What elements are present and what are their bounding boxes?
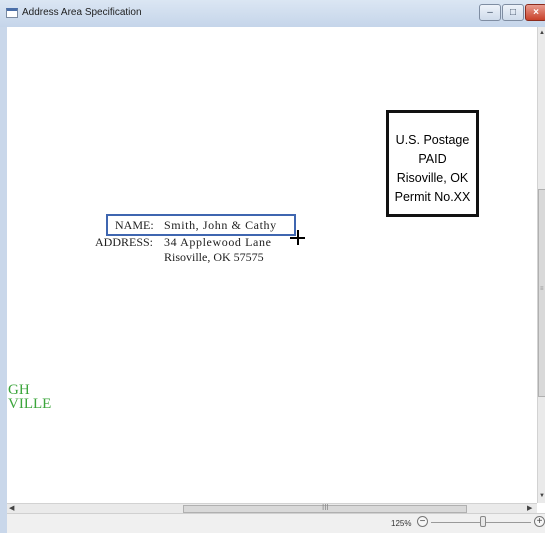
crosshair-cursor-icon	[290, 230, 305, 245]
zoom-level: 125%	[391, 519, 412, 528]
partial-text-line-2: VILLE	[8, 396, 52, 412]
window-frame	[0, 27, 7, 533]
scroll-right-icon[interactable]: ▶	[527, 504, 532, 512]
window-icon	[6, 8, 18, 18]
zoom-out-icon[interactable]: −	[417, 516, 428, 527]
address-line-2: Risoville, OK 57575	[164, 250, 264, 264]
address-label: ADDRESS:	[95, 235, 154, 249]
zoom-slider-thumb[interactable]	[480, 516, 486, 527]
title-bar: Address Area Specification – □ ×	[0, 0, 545, 28]
horizontal-scroll-thumb[interactable]: III	[183, 503, 467, 513]
minimize-button[interactable]: –	[479, 4, 501, 21]
scroll-down-icon[interactable]: ▼	[539, 493, 545, 499]
scroll-left-icon[interactable]: ◀	[9, 504, 14, 512]
close-button[interactable]: ×	[525, 4, 545, 21]
vertical-scroll-thumb[interactable]: ≡	[538, 189, 545, 397]
name-label: NAME:	[115, 218, 154, 232]
maximize-button[interactable]: □	[502, 4, 524, 21]
postage-line: PAID	[418, 152, 447, 166]
name-value: Smith, John & Cathy	[164, 218, 277, 232]
scroll-up-icon[interactable]: ▲	[539, 30, 545, 36]
postage-line: U.S. Postage	[395, 133, 470, 147]
window-title: Address Area Specification	[22, 7, 142, 18]
vertical-scrollbar[interactable]: ▲ ≡ ▼	[537, 27, 545, 503]
horizontal-grip-icon: III	[322, 503, 329, 512]
address-line-1: 34 Applewood Lane	[164, 235, 272, 249]
postage-line: Risoville, OK	[396, 171, 469, 185]
vertical-grip-icon: ≡	[540, 286, 544, 292]
horizontal-scrollbar[interactable]: ◀ III ▶	[7, 503, 537, 513]
zoom-in-icon[interactable]: +	[534, 516, 545, 527]
postage-indicia: U.S. Postage PAID Risoville, OK Permit N…	[386, 110, 479, 217]
status-bar: 125% − +	[7, 513, 545, 533]
postage-line: Permit No.XX	[394, 190, 471, 204]
document-canvas[interactable]: U.S. Postage PAID Risoville, OK Permit N…	[7, 27, 537, 503]
